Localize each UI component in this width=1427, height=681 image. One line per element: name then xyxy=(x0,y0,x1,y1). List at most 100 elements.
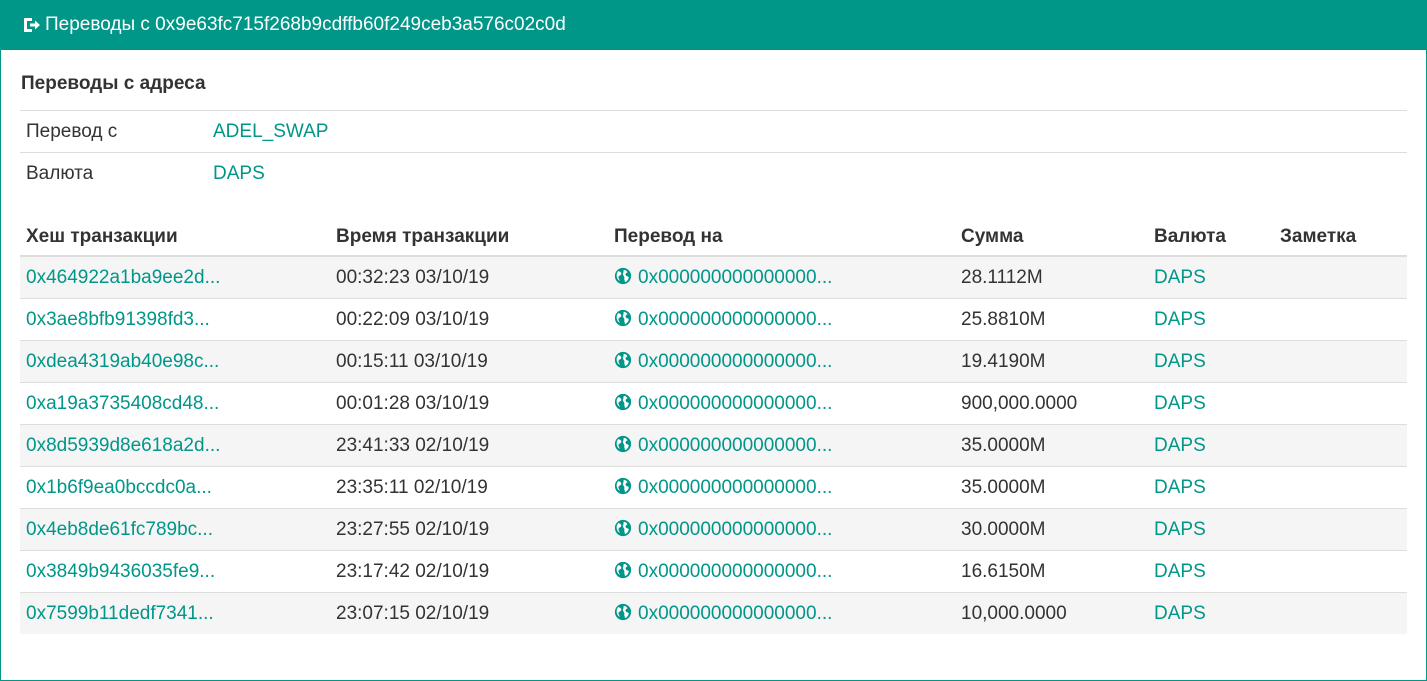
info-table: Перевод с ADEL_SWAP Валюта DAPS xyxy=(20,111,1407,194)
tx-note xyxy=(1274,298,1407,341)
tx-currency-link[interactable]: DAPS xyxy=(1154,477,1206,498)
tx-currency-link[interactable]: DAPS xyxy=(1154,267,1206,288)
tx-time: 23:27:55 02/10/19 xyxy=(330,508,608,551)
tx-amount: 10,000.0000 xyxy=(955,592,1148,634)
tx-currency-link[interactable]: DAPS xyxy=(1154,561,1206,582)
to-address-link[interactable]: 0x000000000000000... xyxy=(614,519,832,540)
info-row-currency: Валюта DAPS xyxy=(20,152,1407,194)
to-address-link[interactable]: 0x000000000000000... xyxy=(614,393,832,414)
tx-time: 00:32:23 03/10/19 xyxy=(330,255,608,299)
table-row: 0x8d5939d8e618a2d... 23:41:33 02/10/19 0x0… xyxy=(20,424,1407,467)
globe-icon xyxy=(614,603,632,620)
info-label: Перевод с xyxy=(26,120,118,142)
tx-time: 23:07:15 02/10/19 xyxy=(330,592,608,634)
globe-icon xyxy=(614,393,632,410)
tx-note xyxy=(1274,550,1407,593)
tx-hash-link[interactable]: 0x3849b9436035fe9... xyxy=(26,561,215,582)
globe-icon xyxy=(614,477,632,494)
table-row: 0xa19a3735408cd48... 00:01:28 03/10/19 0x0… xyxy=(20,382,1407,425)
tx-currency-link[interactable]: DAPS xyxy=(1154,519,1206,540)
tx-note xyxy=(1274,508,1407,551)
tx-time: 00:22:09 03/10/19 xyxy=(330,298,608,341)
to-address-link[interactable]: 0x000000000000000... xyxy=(614,477,832,498)
tx-time: 23:41:33 02/10/19 xyxy=(330,424,608,467)
tx-amount: 35.0000M xyxy=(955,424,1148,467)
to-address-link[interactable]: 0x000000000000000... xyxy=(614,351,832,372)
to-address-link[interactable]: 0x000000000000000... xyxy=(614,267,832,288)
currency-link[interactable]: DAPS xyxy=(213,163,265,184)
to-address-link[interactable]: 0x000000000000000... xyxy=(614,561,832,582)
tx-note xyxy=(1274,592,1407,634)
to-address-text: 0x000000000000000... xyxy=(638,476,833,498)
tx-note xyxy=(1274,255,1407,299)
globe-icon xyxy=(614,309,632,326)
globe-icon xyxy=(614,435,632,452)
tx-hash-link[interactable]: 0x3ae8bfb91398fd3... xyxy=(26,309,210,330)
tx-currency-link[interactable]: DAPS xyxy=(1154,309,1206,330)
tx-time: 00:01:28 03/10/19 xyxy=(330,382,608,425)
to-address-text: 0x000000000000000... xyxy=(638,308,833,330)
tx-hash-link[interactable]: 0x1b6f9ea0bccdc0a... xyxy=(26,477,212,498)
table-row: 0x3ae8bfb91398fd3... 00:22:09 03/10/19 0x0… xyxy=(20,298,1407,341)
sign-out-icon xyxy=(24,18,40,32)
column-header-to: Перевод на xyxy=(608,219,955,257)
tx-hash-link[interactable]: 0xa19a3735408cd48... xyxy=(26,393,219,414)
to-address-text: 0x000000000000000... xyxy=(638,266,833,288)
to-address-text: 0x000000000000000... xyxy=(638,518,833,540)
column-header-hash: Хеш транзакции xyxy=(20,219,330,257)
tx-note xyxy=(1274,340,1407,383)
tx-amount: 16.6150M xyxy=(955,550,1148,593)
tx-note xyxy=(1274,466,1407,509)
tx-hash-link[interactable]: 0x8d5939d8e618a2d... xyxy=(26,435,220,456)
column-header-amount: Сумма xyxy=(955,219,1148,257)
table-row: 0x1b6f9ea0bccdc0a... 23:35:11 02/10/19 0x0… xyxy=(20,466,1407,509)
to-address-text: 0x000000000000000... xyxy=(638,602,833,624)
panel-header: Переводы с 0x9e63fc715f268b9cdffb60f249c… xyxy=(1,0,1426,50)
tx-amount: 30.0000M xyxy=(955,508,1148,551)
info-row-from: Перевод с ADEL_SWAP xyxy=(20,111,1407,153)
globe-icon xyxy=(614,351,632,368)
to-address-link[interactable]: 0x000000000000000... xyxy=(614,435,832,456)
tx-currency-link[interactable]: DAPS xyxy=(1154,435,1206,456)
panel-body: Переводы с адреса Перевод с ADEL_SWAP Ва… xyxy=(1,50,1426,634)
tx-hash-link[interactable]: 0x464922a1ba9ee2d... xyxy=(26,267,220,288)
to-address-text: 0x000000000000000... xyxy=(638,434,833,456)
to-address-text: 0x000000000000000... xyxy=(638,350,833,372)
globe-icon xyxy=(614,519,632,536)
table-row: 0xdea4319ab40e98c... 00:15:11 03/10/19 0x0… xyxy=(20,340,1407,383)
transactions-body: 0x464922a1ba9ee2d... 00:32:23 03/10/19 0x0… xyxy=(20,255,1407,634)
tx-amount: 25.8810M xyxy=(955,298,1148,341)
table-row: 0x3849b9436035fe9... 23:17:42 02/10/19 0x0… xyxy=(20,550,1407,593)
to-address-link[interactable]: 0x000000000000000... xyxy=(614,309,832,330)
tx-amount: 28.1112M xyxy=(955,255,1148,299)
to-address-link[interactable]: 0x000000000000000... xyxy=(614,603,832,624)
info-label: Валюта xyxy=(20,152,207,194)
tx-amount: 19.4190M xyxy=(955,340,1148,383)
transfers-panel: Переводы с 0x9e63fc715f268b9cdffb60f249c… xyxy=(0,0,1427,681)
tx-amount: 900,000.0000 xyxy=(955,382,1148,425)
tx-currency-link[interactable]: DAPS xyxy=(1154,351,1206,372)
section-title: Переводы с адреса xyxy=(20,50,1407,111)
tx-note xyxy=(1274,424,1407,467)
table-header-row: Хеш транзакции Время транзакции Перевод … xyxy=(20,219,1407,257)
transactions-table: Хеш транзакции Время транзакции Перевод … xyxy=(20,219,1407,634)
tx-time: 23:35:11 02/10/19 xyxy=(330,466,608,509)
globe-icon xyxy=(614,267,632,284)
table-row: 0x4eb8de61fc789bc... 23:27:55 02/10/19 0x0… xyxy=(20,508,1407,551)
globe-icon xyxy=(614,561,632,578)
to-address-text: 0x000000000000000... xyxy=(638,560,833,582)
tx-currency-link[interactable]: DAPS xyxy=(1154,603,1206,624)
tx-hash-link[interactable]: 0x7599b11dedf7341... xyxy=(26,603,214,624)
tx-time: 00:15:11 03/10/19 xyxy=(330,340,608,383)
column-header-note: Заметка xyxy=(1274,219,1407,257)
tx-currency-link[interactable]: DAPS xyxy=(1154,393,1206,414)
from-address-link[interactable]: ADEL_SWAP xyxy=(213,121,328,142)
panel-title: Переводы с 0x9e63fc715f268b9cdffb60f249c… xyxy=(45,14,566,35)
table-row: 0x464922a1ba9ee2d... 00:32:23 03/10/19 0x0… xyxy=(20,255,1407,299)
tx-time: 23:17:42 02/10/19 xyxy=(330,550,608,593)
tx-hash-link[interactable]: 0x4eb8de61fc789bc... xyxy=(26,519,213,540)
table-row: 0x7599b11dedf7341... 23:07:15 02/10/19 0x0… xyxy=(20,592,1407,634)
tx-note xyxy=(1274,382,1407,425)
to-address-text: 0x000000000000000... xyxy=(638,392,833,414)
tx-hash-link[interactable]: 0xdea4319ab40e98c... xyxy=(26,351,219,372)
